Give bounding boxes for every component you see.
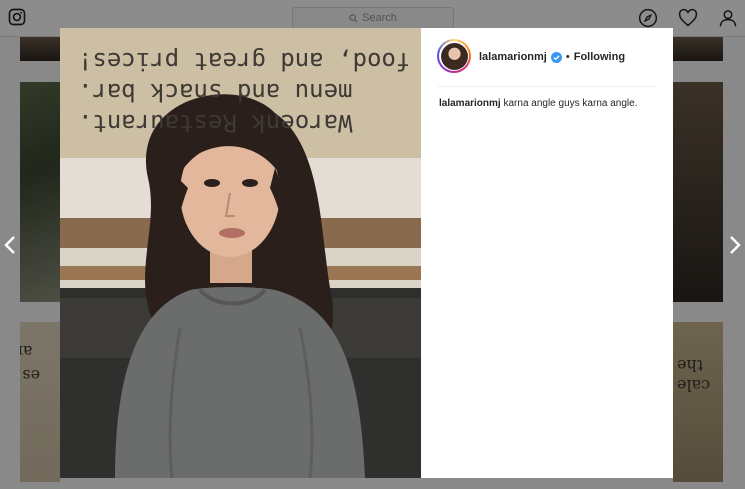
wall-sign-text: Waroenk Restaurant. menu and snack bar. …: [60, 28, 421, 138]
post-caption: lalamarionmj karna angle guys karna angl…: [439, 97, 665, 111]
caption-text: karna angle guys karna angle.: [503, 98, 638, 109]
caption-username-link[interactable]: lalamarionmj: [439, 98, 501, 109]
wall-sign-line: food, and great prices!: [78, 47, 411, 75]
chevron-right-icon: [730, 236, 741, 254]
separator-bullet: •: [565, 51, 570, 63]
previous-post-button[interactable]: [0, 230, 20, 260]
verified-badge-icon: [550, 51, 562, 63]
header-divider: [438, 86, 656, 87]
next-post-button[interactable]: [725, 230, 745, 260]
wall-sign-line: Waroenk Restaurant.: [78, 109, 353, 137]
avatar-image: [440, 42, 468, 70]
username-row: lalamarionmj • Following: [479, 51, 625, 63]
avatar-border: [439, 41, 469, 71]
username-link[interactable]: lalamarionmj: [479, 51, 547, 63]
avatar[interactable]: [437, 39, 471, 73]
post-modal: Waroenk Restaurant. menu and snack bar. …: [60, 28, 673, 478]
post-header: lalamarionmj • Following: [421, 28, 673, 86]
chevron-left-icon: [4, 236, 15, 254]
post-details-panel: lalamarionmj • Following lalamarionmj ka…: [421, 28, 673, 478]
following-button[interactable]: Following: [574, 51, 625, 63]
post-photo[interactable]: Waroenk Restaurant. menu and snack bar. …: [60, 28, 421, 478]
wall-sign-line: menu and snack bar.: [78, 78, 353, 106]
